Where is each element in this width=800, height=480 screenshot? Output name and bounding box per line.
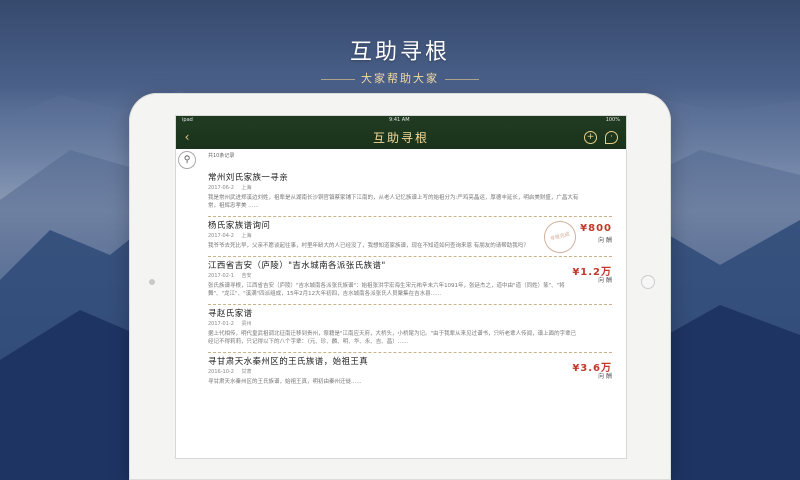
list-item[interactable]: 常州刘氏家族一寻亲 2017-06-2 上海 我是常州武进郑溪边刘姓，祖辈是从湖… — [208, 169, 612, 217]
chevron-left-icon[interactable]: ‹ — [178, 130, 196, 144]
item-description: 据上代相传，明代皇武祖调北征南迁移到贵州，祭籍是"江南应天府，大桥头，小桥尾为记… — [208, 331, 577, 345]
location-pin-icon[interactable]: · — [605, 130, 618, 144]
tablet-home-button[interactable] — [641, 275, 655, 289]
item-meta: 2017-02-1 吉安 — [208, 272, 612, 279]
nav-bar: ‹ 互助寻根 + · — [176, 125, 626, 149]
status-bar: ipad 9:41 AM 100% — [176, 116, 626, 125]
app-screen: ipad 9:41 AM 100% ‹ 互助寻根 + · ⚲ 共10条记录 常州… — [175, 115, 627, 459]
item-date: 2017-01-2 — [208, 321, 234, 327]
list-item[interactable]: 杨氏家族谱询问 2017-04-2 上海 我爷爷去死比早，父亲不愿谈起往事，村里… — [208, 217, 612, 257]
list-item[interactable]: 寻甘肃天水秦州区的王氏族谱，始祖王真 2016-10-2 甘肃 寻甘肃天水秦州区… — [208, 353, 612, 392]
item-location: 贵州 — [241, 321, 252, 327]
item-title: 寻赵氏家谱 — [208, 309, 253, 319]
nav-title: 互助寻根 — [372, 130, 429, 145]
list-item[interactable]: 寻赵氏家谱 2017-01-2 贵州 据上代相传，明代皇武祖调北征南迁移到贵州，… — [208, 305, 612, 353]
completed-stamp: 寻根完成 — [540, 217, 580, 257]
item-location: 上海 — [241, 185, 252, 191]
item-description: 张氏族谱寻根，江西省吉安（庐陵）"吉水城南各派张氏族谱"：始祖张洪宇宏海生宋元祐… — [208, 283, 565, 297]
item-description: 我爷爷去死比早，父亲不愿谈起往事，村里年龄大的人已经没了，我想知道家族谱，现在不… — [208, 243, 529, 249]
list-item[interactable]: 江西省吉安（庐陵）"吉水城南各派张氏族谱" 2017-02-1 吉安 张氏族谱寻… — [208, 257, 612, 305]
content-area: ⚲ 共10条记录 常州刘氏家族一寻亲 2017-06-2 上海 我是常州武进郑溪… — [176, 149, 626, 458]
item-description: 寻甘肃天水秦州区的王氏族谱，始祖王真，明初由秦州迁徙...... — [208, 379, 362, 385]
item-date: 2017-04-2 — [208, 233, 234, 239]
item-meta: 2016-10-2 甘肃 — [208, 368, 612, 375]
reward-label: 向 酬 — [598, 373, 612, 380]
item-date: 2017-02-1 — [208, 273, 234, 279]
item-location: 甘肃 — [241, 369, 252, 375]
reward-label: 向 酬 — [598, 277, 612, 284]
plus-circle-icon[interactable]: + — [584, 130, 597, 144]
hero-title: 互助寻根 — [349, 40, 450, 65]
post-list: 常州刘氏家族一寻亲 2017-06-2 上海 我是常州武进郑溪边刘姓，祖辈是从湖… — [208, 169, 612, 392]
item-title: 常州刘氏家族一寻亲 — [208, 173, 289, 183]
item-description: 我是常州武进郑溪边刘姓，祖辈是从湖南长沙铜官镇蔡家铺下江南的，从老人记忆族谱上写… — [208, 195, 579, 209]
status-time: 9:41 AM — [388, 117, 410, 123]
item-date: 2016-10-2 — [208, 369, 234, 375]
device-label: ipad — [182, 117, 193, 123]
item-meta: 2017-01-2 贵州 — [208, 320, 612, 327]
item-title: 寻甘肃天水秦州区的王氏族谱，始祖王真 — [208, 357, 369, 367]
item-title: 杨氏家族谱询问 — [208, 221, 271, 231]
item-location: 吉安 — [241, 273, 252, 279]
battery-level: 100% — [605, 117, 620, 123]
record-count: 共10条记录 — [208, 153, 235, 159]
item-date: 2017-06-2 — [208, 185, 234, 191]
tablet-frame: ipad 9:41 AM 100% ‹ 互助寻根 + · ⚲ 共10条记录 常州… — [129, 93, 671, 480]
item-meta: 2017-06-2 上海 — [208, 184, 612, 191]
reward-label: 向 酬 — [598, 237, 612, 244]
search-icon[interactable]: ⚲ — [178, 151, 196, 169]
reward-price: ¥800 — [580, 223, 612, 234]
item-location: 上海 — [241, 233, 252, 239]
hero-subtitle: 大家帮助大家 — [0, 70, 800, 86]
item-title: 江西省吉安（庐陵）"吉水城南各派张氏族谱" — [208, 261, 386, 271]
tablet-left-sensor — [149, 279, 155, 285]
